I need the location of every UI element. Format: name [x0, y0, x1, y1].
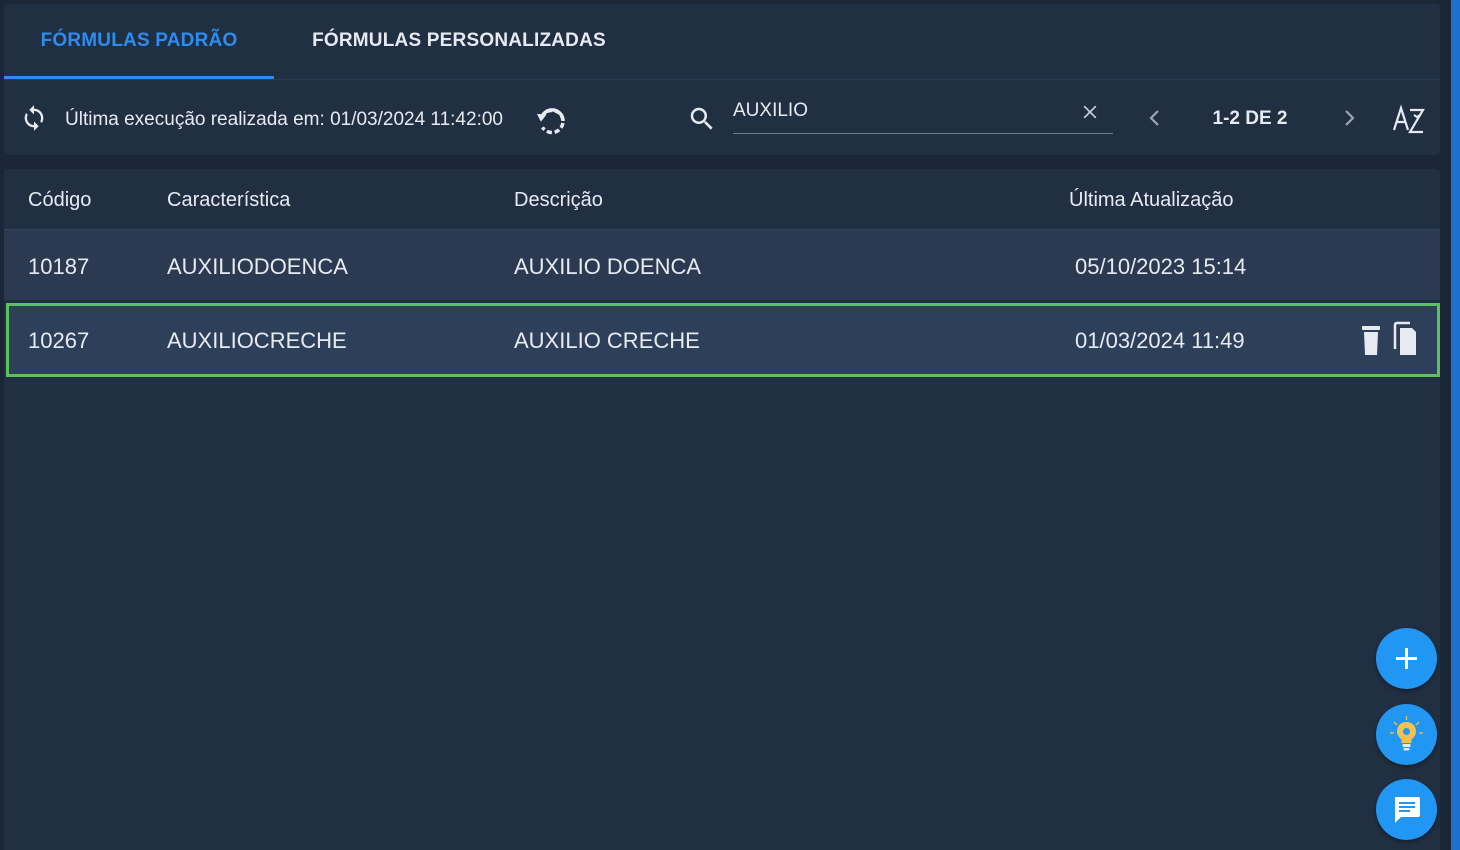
chevron-right-icon[interactable] [1337, 106, 1361, 130]
table-row-selected[interactable]: 10267 AUXILIOCRECHE AUXILIO CRECHE 01/03… [6, 303, 1440, 377]
tab-formulas-padrao[interactable]: FÓRMULAS PADRÃO [4, 4, 274, 78]
cell-caracteristica: AUXILIOCRECHE [167, 328, 347, 353]
search-input[interactable] [733, 98, 1063, 124]
cell-codigo: 10267 [28, 328, 90, 353]
copy-icon[interactable] [1392, 321, 1418, 357]
toolbar: Última execução realizada em: 01/03/2024… [4, 80, 1440, 155]
tips-button[interactable] [1376, 704, 1437, 765]
chat-icon [1395, 797, 1420, 823]
add-button[interactable] [1376, 628, 1437, 689]
table-row[interactable]: 10187 AUXILIODOENCA AUXILIO DOENCA 05/10… [4, 230, 1440, 300]
right-edge-strip [1451, 0, 1460, 850]
add-icon [1396, 648, 1417, 669]
cell-atualizacao: 01/03/2024 11:49 [1075, 328, 1245, 353]
header-descricao[interactable]: Descrição [514, 189, 603, 212]
clear-icon[interactable] [1080, 102, 1100, 122]
chat-button[interactable] [1376, 779, 1437, 840]
cell-caracteristica: AUXILIODOENCA [167, 254, 348, 279]
lightbulb-icon [1390, 716, 1423, 751]
formulas-table: Código Característica Descrição Última A… [4, 169, 1440, 850]
cell-descricao: AUXILIO CRECHE [514, 328, 700, 353]
chevron-left-icon[interactable] [1143, 106, 1167, 130]
search-underline [733, 133, 1113, 134]
cell-codigo: 10187 [28, 254, 90, 279]
header-ultima-atualizacao[interactable]: Última Atualização [1069, 189, 1234, 212]
header-codigo[interactable]: Código [28, 189, 91, 212]
header-caracteristica[interactable]: Característica [167, 189, 290, 212]
search-icon[interactable] [687, 104, 717, 134]
cell-descricao: AUXILIO DOENCA [514, 254, 702, 279]
last-execution-text: Última execução realizada em: 01/03/2024… [65, 109, 503, 130]
tab-formulas-personalizadas[interactable]: FÓRMULAS PERSONALIZADAS [284, 4, 634, 78]
sort-az-icon[interactable] [1392, 104, 1426, 136]
tabs-toolbar-card: FÓRMULAS PADRÃO FÓRMULAS PERSONALIZADAS … [4, 4, 1440, 155]
sync-icon[interactable] [20, 104, 48, 132]
history-icon[interactable] [533, 102, 571, 140]
pagination-label: 1-2 DE 2 [1212, 108, 1288, 129]
cell-atualizacao: 05/10/2023 15:14 [1075, 254, 1247, 279]
delete-icon[interactable] [1360, 323, 1382, 357]
